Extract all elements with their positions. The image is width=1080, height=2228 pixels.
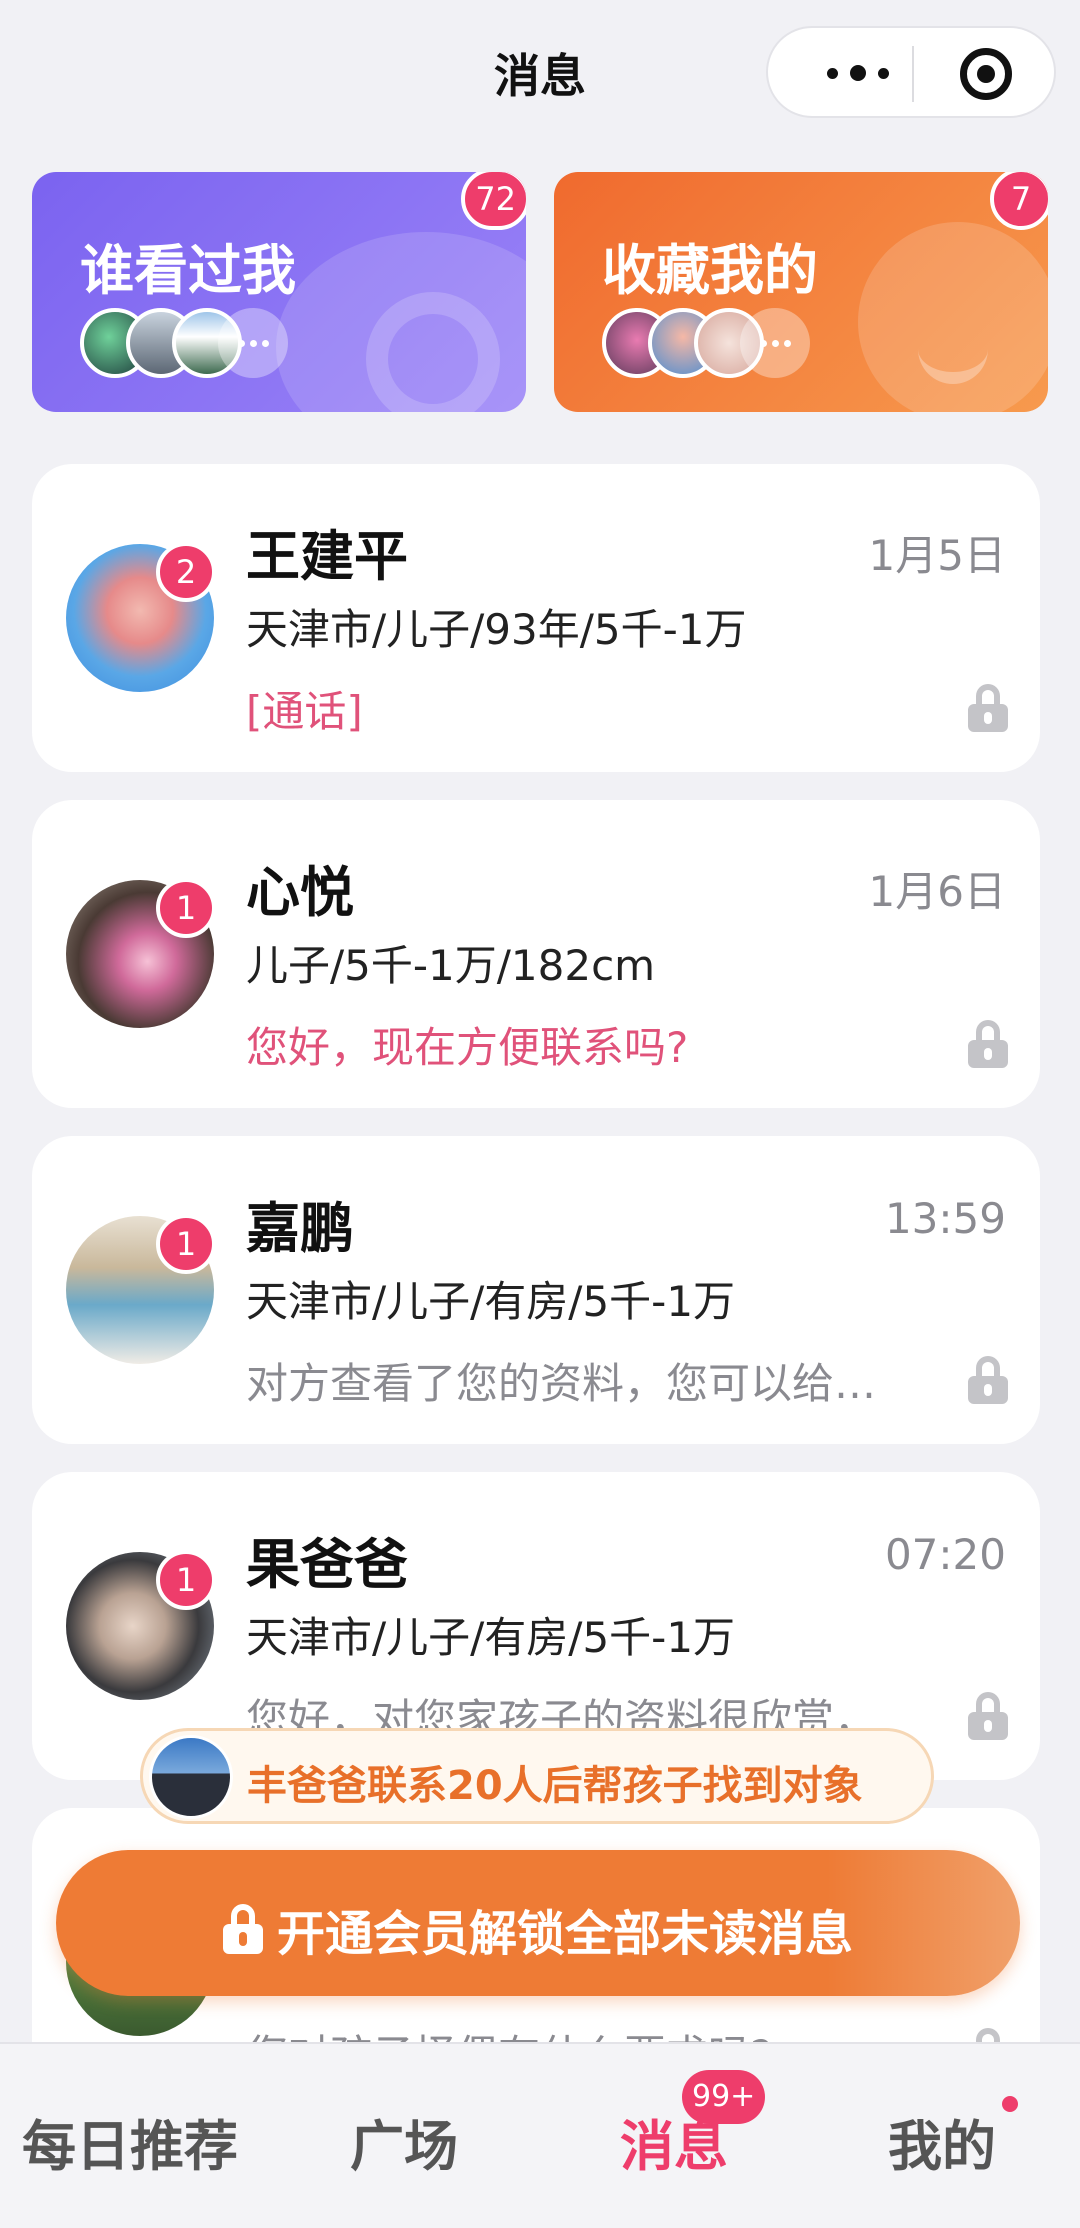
favorites-card[interactable]: 收藏我的 7 xyxy=(554,172,1048,412)
lock-icon xyxy=(222,1904,263,1954)
header-bar: 消息 xyxy=(0,0,1080,150)
avatar xyxy=(149,1735,233,1819)
contact-name: 嘉鹏 xyxy=(246,1197,354,1260)
message-preview: [通话] xyxy=(246,687,363,736)
contact-profile-summary: 天津市/儿子/有房/5千-1万 xyxy=(246,1613,736,1662)
lock-icon xyxy=(968,684,1008,732)
message-time: 07:20 xyxy=(884,1530,1006,1579)
lock-icon xyxy=(968,1020,1008,1068)
conversation-item[interactable]: 2 王建平 1月5日 天津市/儿子/93年/5千-1万 [通话] xyxy=(32,464,1040,772)
more-avatars-icon xyxy=(740,308,810,378)
lock-icon xyxy=(968,1692,1008,1740)
contact-name: 心悦 xyxy=(246,861,354,924)
contact-name: 果爸爸 xyxy=(246,1533,408,1596)
unread-count-badge: 1 xyxy=(156,878,216,938)
tab-mine[interactable]: 我的 xyxy=(888,2102,996,2181)
success-story-banner[interactable]: 丰爸爸联系20人后帮孩子找到对象 xyxy=(140,1728,934,1824)
contact-profile-summary: 天津市/儿子/93年/5千-1万 xyxy=(246,605,747,654)
mini-program-capsule xyxy=(766,26,1056,118)
unread-count-badge: 1 xyxy=(156,1214,216,1274)
more-menu-icon[interactable] xyxy=(808,58,908,88)
contact-name: 王建平 xyxy=(246,525,408,588)
contact-profile-summary: 天津市/儿子/有房/5千-1万 xyxy=(246,1277,736,1326)
lock-icon xyxy=(968,1356,1008,1404)
conversation-item[interactable]: 1 心悦 1月6日 儿子/5千-1万/182cm 您好，现在方便联系吗? xyxy=(32,800,1040,1108)
unlock-vip-button[interactable]: 开通会员解锁全部未读消息 xyxy=(56,1850,1020,1996)
messages-tab-badge: 99+ xyxy=(682,2070,766,2124)
visitors-card[interactable]: 谁看过我 72 xyxy=(32,172,526,412)
tab-plaza[interactable]: 广场 xyxy=(350,2102,458,2181)
bottom-tab-bar: 每日推荐 广场 消息 99+ 我的 xyxy=(0,2042,1080,2228)
visitors-count-badge: 72 xyxy=(461,172,526,230)
capsule-divider xyxy=(912,46,914,102)
tab-daily-recommend[interactable]: 每日推荐 xyxy=(22,2102,238,2181)
unread-count-badge: 1 xyxy=(156,1550,216,1610)
eye-icon xyxy=(276,232,526,412)
close-miniprogram-icon[interactable] xyxy=(960,48,1012,100)
message-time: 1月6日 xyxy=(868,867,1006,916)
conversation-item[interactable]: 1 嘉鹏 13:59 天津市/儿子/有房/5千-1万 对方查看了您的资料，您可以… xyxy=(32,1136,1040,1444)
message-preview: 对方查看了您的资料，您可以给… xyxy=(246,1359,877,1408)
favorites-count-badge: 7 xyxy=(990,172,1048,230)
unread-count-badge: 2 xyxy=(156,542,216,602)
more-avatars-icon xyxy=(218,308,288,378)
message-preview: 您好，现在方便联系吗? xyxy=(246,1023,689,1072)
favorites-card-title: 收藏我的 xyxy=(602,239,818,302)
promo-text: 丰爸爸联系20人后帮孩子找到对象 xyxy=(247,1763,863,1809)
message-time: 13:59 xyxy=(884,1194,1006,1243)
unlock-vip-label: 开通会员解锁全部未读消息 xyxy=(276,1906,853,1962)
visitors-card-title: 谁看过我 xyxy=(80,239,296,302)
mine-notification-dot xyxy=(1002,2096,1018,2112)
message-time: 1月5日 xyxy=(868,531,1006,580)
contact-profile-summary: 儿子/5千-1万/182cm xyxy=(246,941,656,990)
smile-face-icon xyxy=(858,222,1048,412)
